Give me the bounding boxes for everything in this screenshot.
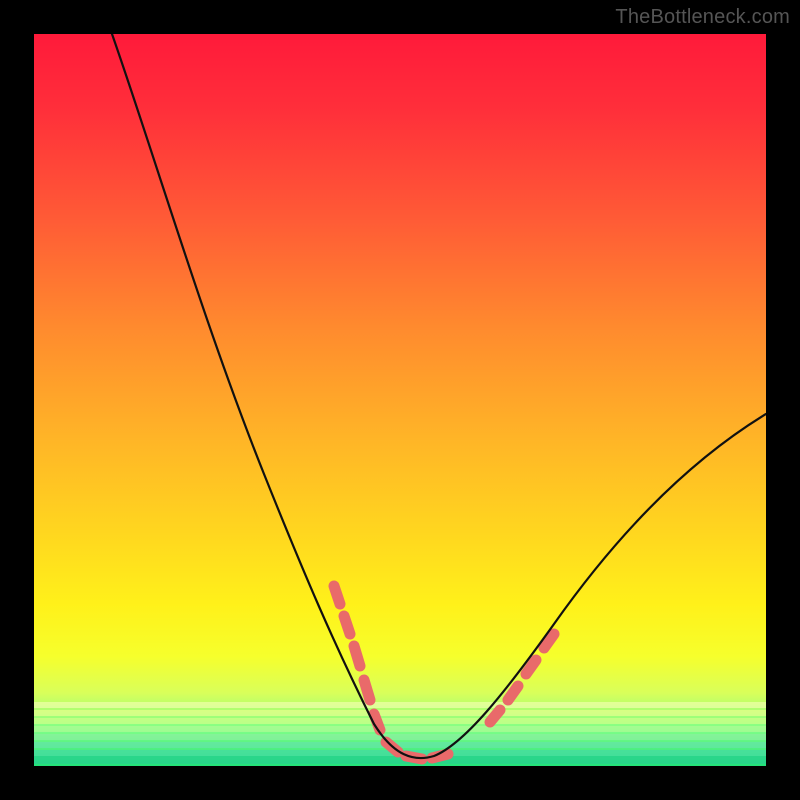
- chart-stage: TheBottleneck.com: [0, 0, 800, 800]
- bottleneck-curve: [112, 34, 766, 758]
- plot-area: [34, 34, 766, 766]
- curve-svg: [34, 34, 766, 766]
- marker-valley-floor: [386, 742, 448, 759]
- marker-left-shoulder: [334, 586, 380, 730]
- watermark-text: TheBottleneck.com: [615, 6, 790, 29]
- marker-right-shoulder: [490, 634, 554, 722]
